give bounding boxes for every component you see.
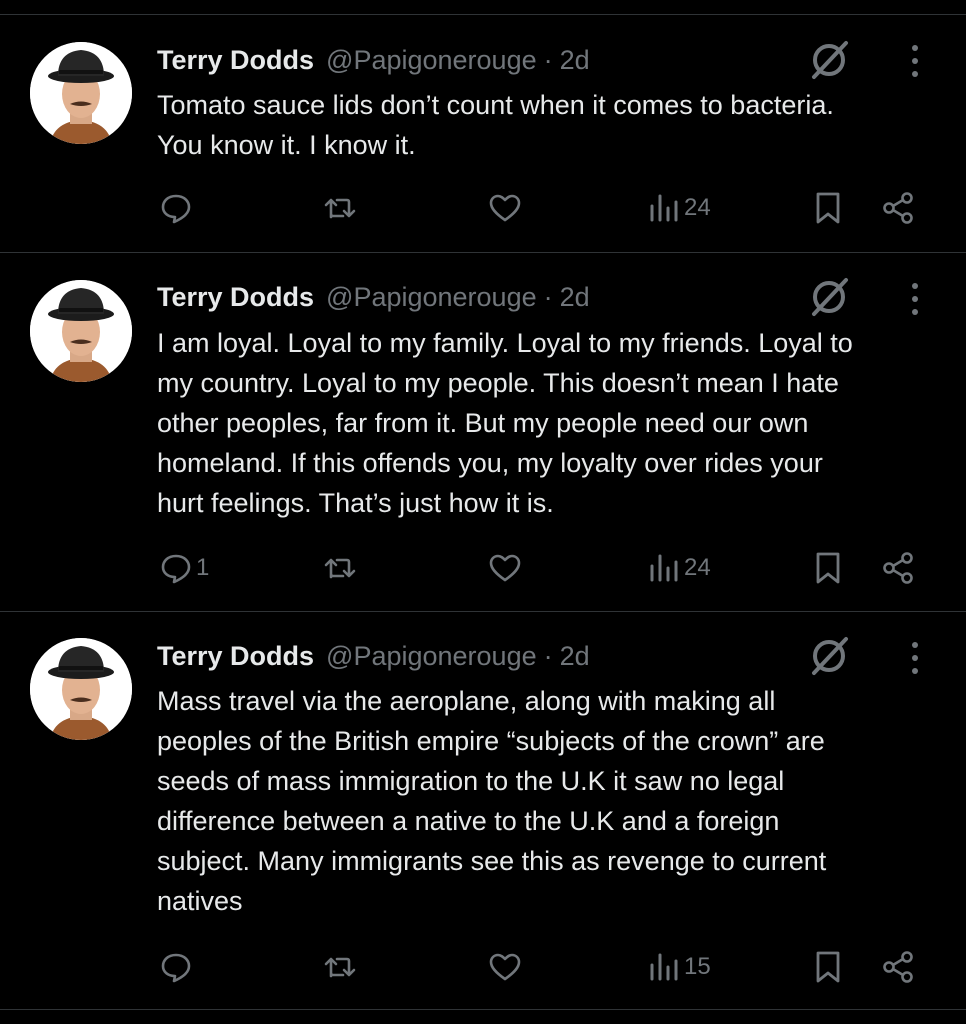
retweet-button[interactable] — [322, 546, 358, 590]
grok-icon[interactable] — [806, 35, 854, 83]
timestamp[interactable]: 2d — [560, 282, 590, 313]
share-button[interactable] — [880, 546, 916, 590]
reply-icon — [161, 953, 191, 983]
like-button[interactable] — [487, 186, 523, 230]
more-options-icon[interactable] — [903, 638, 927, 678]
timestamp[interactable]: 2d — [560, 45, 590, 76]
author-name[interactable]: Terry Dodds — [157, 641, 314, 672]
tweet[interactable]: Terry Dodds @Papigonerouge · 2d I am loy… — [0, 253, 966, 612]
tweet-text-line: I am loyal. Loyal to my family. Loyal to… — [157, 328, 853, 358]
author-name[interactable]: Terry Dodds — [157, 282, 314, 313]
view-count: 15 — [684, 953, 711, 980]
retweet-icon — [324, 198, 356, 219]
share-icon — [883, 192, 913, 224]
tweet-text-line: seeds of mass immigration to the U.K it … — [157, 766, 785, 796]
share-button[interactable] — [880, 186, 916, 230]
tweet-text-line: You know it. I know it. — [157, 130, 416, 160]
bookmark-button[interactable] — [810, 186, 846, 230]
views-button[interactable]: 24 — [646, 186, 711, 230]
heart-icon — [489, 554, 521, 582]
avatar[interactable] — [30, 42, 132, 144]
share-icon — [883, 552, 913, 584]
tweet-header: Terry Dodds @Papigonerouge · 2d — [157, 279, 590, 315]
views-icon — [650, 953, 678, 981]
tweet-header: Terry Dodds @Papigonerouge · 2d — [157, 638, 590, 674]
author-name[interactable]: Terry Dodds — [157, 45, 314, 76]
action-bar: 1 24 — [0, 546, 966, 590]
tweet-text-line: hurt feelings. That’s just how it is. — [157, 488, 554, 518]
bookmark-icon — [816, 192, 840, 224]
share-button[interactable] — [880, 945, 916, 989]
reply-button[interactable] — [158, 945, 196, 989]
views-button[interactable]: 24 — [646, 546, 711, 590]
author-handle[interactable]: @Papigonerouge — [326, 282, 537, 313]
views-icon — [650, 554, 678, 582]
bookmark-button[interactable] — [810, 945, 846, 989]
separator: · — [543, 640, 553, 671]
avatar-image — [30, 280, 132, 382]
view-count: 24 — [684, 554, 711, 581]
reply-icon — [161, 554, 191, 584]
more-options-icon[interactable] — [903, 279, 927, 319]
like-button[interactable] — [487, 945, 523, 989]
tweet[interactable]: Terry Dodds @Papigonerouge · 2d Tomato s… — [0, 15, 966, 253]
tweet[interactable]: Terry Dodds @Papigonerouge · 2d Mass tra… — [0, 612, 966, 1010]
avatar[interactable] — [30, 280, 132, 382]
share-icon — [883, 951, 913, 983]
timestamp[interactable]: 2d — [560, 641, 590, 672]
action-bar: 15 — [0, 945, 966, 989]
tweet-text-line: Tomato sauce lids don’t count when it co… — [157, 90, 834, 120]
tweet-text: Tomato sauce lids don’t count when it co… — [157, 85, 947, 165]
tweet-text: Mass travel via the aeroplane, along wit… — [157, 681, 947, 921]
retweet-icon — [324, 558, 356, 579]
tweet-text-line: natives — [157, 886, 243, 916]
reply-button[interactable]: 1 — [158, 546, 209, 590]
more-options-icon[interactable] — [903, 41, 927, 81]
tweet-text-line: difference between a native to the U.K a… — [157, 806, 780, 836]
avatar-image — [30, 638, 132, 740]
avatar-image — [30, 42, 132, 144]
tweet-text-line: other peoples, far from it. But my peopl… — [157, 408, 809, 438]
grok-icon[interactable] — [806, 272, 854, 320]
reply-count: 1 — [196, 554, 210, 581]
bookmark-icon — [816, 552, 840, 584]
tweet-text: I am loyal. Loyal to my family. Loyal to… — [157, 323, 947, 523]
bookmark-icon — [816, 951, 840, 983]
tweet-text-line: Mass travel via the aeroplane, along wit… — [157, 686, 776, 716]
views-icon — [650, 194, 678, 222]
views-button[interactable]: 15 — [646, 945, 711, 989]
heart-icon — [489, 194, 521, 222]
retweet-button[interactable] — [322, 945, 358, 989]
retweet-button[interactable] — [322, 186, 358, 230]
author-handle[interactable]: @Papigonerouge — [326, 641, 537, 672]
reply-button[interactable] — [158, 186, 196, 230]
heart-icon — [489, 953, 521, 981]
timeline-feed: Terry Dodds @Papigonerouge · 2d Tomato s… — [0, 0, 966, 1024]
separator: · — [543, 281, 553, 312]
avatar[interactable] — [30, 638, 132, 740]
view-count: 24 — [684, 194, 711, 221]
grok-icon[interactable] — [806, 631, 854, 679]
retweet-icon — [324, 957, 356, 978]
separator: · — [543, 44, 553, 75]
tweet-text-line: my country. Loyal to my people. This doe… — [157, 368, 839, 398]
tweet-text-line: peoples of the British empire “subjects … — [157, 726, 825, 756]
like-button[interactable] — [487, 546, 523, 590]
action-bar: 24 — [0, 186, 966, 230]
tweet-text-line: subject. Many immigrants see this as rev… — [157, 846, 827, 876]
tweet-text-line: homeland. If this offends you, my loyalt… — [157, 448, 823, 478]
author-handle[interactable]: @Papigonerouge — [326, 45, 537, 76]
reply-icon — [161, 194, 191, 224]
tweet-header: Terry Dodds @Papigonerouge · 2d — [157, 42, 590, 78]
bookmark-button[interactable] — [810, 546, 846, 590]
